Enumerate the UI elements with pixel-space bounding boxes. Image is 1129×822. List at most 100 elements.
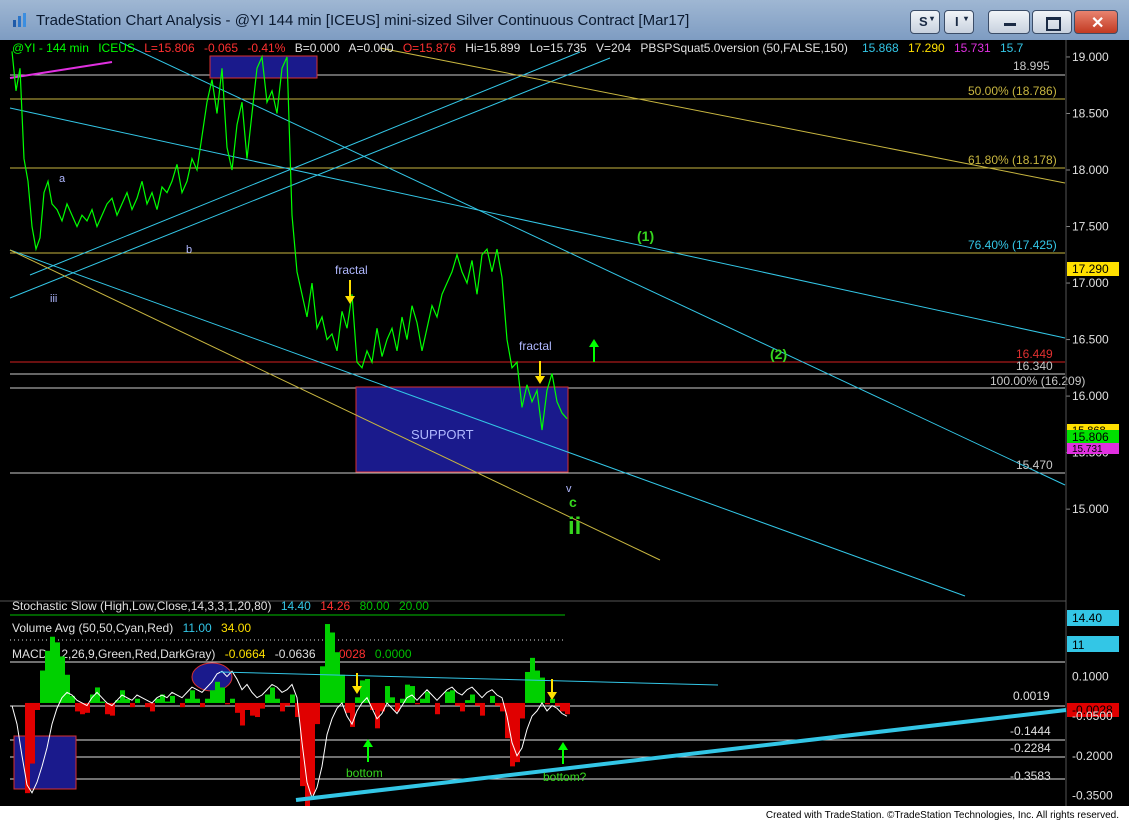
open-text: O=15.876 xyxy=(403,41,456,55)
change-text: -0.065 xyxy=(204,41,238,55)
macd-histogram-bar xyxy=(150,702,155,712)
price-tick-label: 15.000 xyxy=(1072,502,1109,516)
macd-histogram-bar xyxy=(290,694,295,703)
macd-histogram-bar xyxy=(520,702,525,719)
stochastic-v4: 20.00 xyxy=(399,599,429,613)
close-icon: ✕ xyxy=(1091,15,1105,32)
level-label-15470: 15.470 xyxy=(1016,458,1053,472)
macd-histogram-bar xyxy=(420,698,425,703)
fib-label-100: 100.00% (16.209) xyxy=(990,374,1085,388)
study-text: PBSPSquat5.0version (50,FALSE,150) xyxy=(640,41,847,55)
title-bar[interactable]: TradeStation Chart Analysis - @YI 144 mi… xyxy=(0,0,1129,40)
macd-histogram-bar xyxy=(280,702,285,712)
macd-legend: MACD (12,26,9,Green,Red,DarkGray) -0.066… xyxy=(12,647,412,661)
macd-histogram-bar xyxy=(545,702,550,705)
macd-histogram-bar xyxy=(230,698,235,703)
macd-histogram-bar xyxy=(145,702,150,708)
macd-level-2284: -0.2284 xyxy=(1010,741,1051,755)
bid-text: B=0.000 xyxy=(295,41,340,55)
macd-histogram-bar xyxy=(180,702,185,708)
macd-histogram-bar xyxy=(195,698,200,703)
chart-area[interactable]: a b iii fractal fractal SUPPORT v c ii (… xyxy=(0,40,1129,806)
price-flag-17290-text: 17.290 xyxy=(1072,262,1109,276)
macd-histogram-bar xyxy=(320,666,325,703)
header-line: @YI - 144 min ICEUS L=15.806 -0.065 -0.4… xyxy=(12,41,848,55)
low-text: Lo=15.735 xyxy=(530,41,587,55)
macd-histogram-bar xyxy=(270,687,275,703)
macd-histogram-bar xyxy=(250,702,255,716)
fib-label-618: 61.80% (18.178) xyxy=(968,153,1057,167)
macd-histogram-bar xyxy=(35,702,40,710)
stochastic-legend: Stochastic Slow (High,Low,Close,14,3,3,1… xyxy=(12,599,429,613)
macd-histogram-bar xyxy=(235,702,240,713)
volume-text: V=204 xyxy=(596,41,631,55)
level-label-18995: 18.995 xyxy=(1013,59,1050,73)
macd-histogram-bar xyxy=(460,702,465,712)
macd-histogram-bar xyxy=(390,697,395,703)
fractal-label-2: fractal xyxy=(519,339,552,353)
macd-tick-label: -0.0500 xyxy=(1072,709,1113,723)
minimize-icon xyxy=(1004,23,1016,26)
macd-histogram-bar xyxy=(470,694,475,703)
macd-histogram-bar xyxy=(200,702,205,708)
macd-histogram-bar xyxy=(75,702,80,712)
close-button[interactable]: ✕ xyxy=(1074,10,1118,34)
macd-histogram-bar xyxy=(335,652,340,703)
interval-link-button[interactable]: I ▾ xyxy=(944,10,974,34)
stochastic-v3: 80.00 xyxy=(360,599,390,613)
macd-histogram-bar xyxy=(265,694,270,703)
macd-level-3583: -0.3583 xyxy=(1010,769,1051,783)
macd-ellipse xyxy=(191,662,233,692)
symbol-link-button[interactable]: S ▾ xyxy=(910,10,940,34)
wave-label-2: (2) xyxy=(770,346,787,362)
header-value-4: 15.7 xyxy=(1000,41,1024,55)
macd-histogram-bar xyxy=(130,702,135,708)
macd-histogram-bar xyxy=(555,702,560,706)
minimize-button[interactable] xyxy=(988,10,1030,34)
stochastic-flag-text: 14.40 xyxy=(1072,611,1102,625)
bottom-label: bottom xyxy=(346,766,383,780)
macd-histogram-bar xyxy=(315,702,320,725)
bottom-question-label: bottom? xyxy=(543,770,587,784)
macd-histogram-bar xyxy=(225,702,230,705)
macd-histogram-bar xyxy=(550,698,555,703)
macd-name: MACD (12,26,9,Green,Red,DarkGray) xyxy=(12,647,215,661)
price-tick-label: 18.500 xyxy=(1072,106,1109,120)
maximize-icon xyxy=(1046,17,1061,31)
macd-histogram-bar xyxy=(185,698,190,703)
macd-histogram-bar xyxy=(435,702,440,715)
stochastic-v2: 14.26 xyxy=(320,599,350,613)
macd-histogram-bar xyxy=(345,702,350,713)
macd-histogram-bar xyxy=(475,702,480,706)
macd-histogram-bar xyxy=(170,695,175,703)
macd-histogram-bar xyxy=(55,642,60,703)
macd-histogram-bar xyxy=(50,636,55,703)
header-value-2: 17.290 xyxy=(908,41,945,55)
dropdown-arrow-icon: ▾ xyxy=(964,14,969,23)
macd-histogram-bar xyxy=(210,690,215,703)
macd-histogram-bar xyxy=(285,702,290,706)
macd-histogram-bar xyxy=(255,702,260,718)
wave-label-iii: iii xyxy=(50,293,57,305)
symbol-text: @YI - 144 min xyxy=(12,41,89,55)
maximize-button[interactable] xyxy=(1032,10,1072,34)
price-flag-15731-text: 15.731 xyxy=(1072,444,1103,455)
macd-histogram-bar xyxy=(190,690,195,703)
macd-histogram-bar xyxy=(565,702,570,715)
dropdown-arrow-icon: ▾ xyxy=(930,14,935,23)
macd-histogram-bar xyxy=(560,702,565,712)
wave-label-b: b xyxy=(186,244,192,256)
macd-histogram-bar xyxy=(480,702,485,716)
macd-histogram-bar xyxy=(450,690,455,703)
macd-histogram-bar xyxy=(385,686,390,703)
macd-v4: 0.0000 xyxy=(375,647,412,661)
pct-text: -0.41% xyxy=(247,41,285,55)
macd-histogram-bar xyxy=(490,695,495,703)
wave-label-ii: ii xyxy=(568,513,581,540)
macd-histogram-bar xyxy=(465,700,470,703)
fib-label-764: 76.40% (17.425) xyxy=(968,238,1057,252)
macd-histogram-bar xyxy=(525,671,530,703)
tradestation-icon xyxy=(13,13,26,27)
macd-v2: -0.0636 xyxy=(275,647,316,661)
price-tick-label: 17.500 xyxy=(1072,220,1109,234)
